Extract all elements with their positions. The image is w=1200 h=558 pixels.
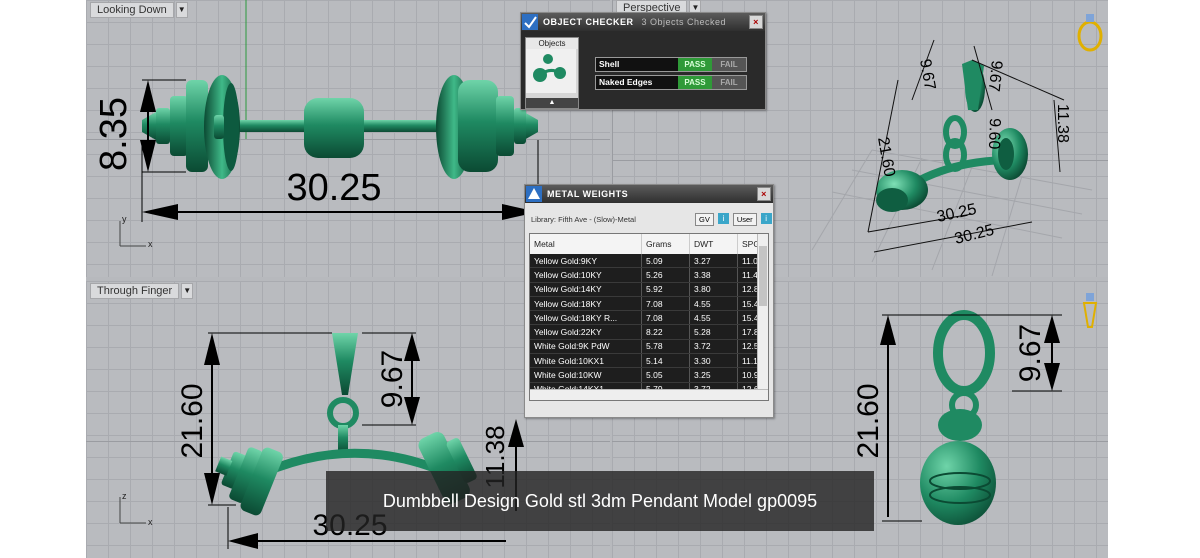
caption-text: Dumbbell Design Gold stl 3dm Pendant Mod… (382, 490, 818, 511)
table-cell: White Gold:10KX1 (530, 353, 642, 369)
check-name: Shell (596, 58, 678, 71)
metal-weights-title: METAL WEIGHTS (547, 189, 629, 199)
pendant-icon[interactable] (1082, 293, 1098, 328)
table-row[interactable]: Yellow Gold:9KY 5.09 3.27 11.08 (530, 254, 768, 269)
axis-z-label: z (122, 491, 127, 501)
object-checker-titlebar[interactable]: OBJECT CHECKER 3 Objects Checked × (521, 13, 765, 31)
metal-weights-panel[interactable]: METAL WEIGHTS × Library: Fifth Ave - (Sl… (524, 184, 774, 418)
scale-icon (525, 185, 543, 203)
metal-weights-rows: Yellow Gold:9KY 5.09 3.27 11.08 Yellow Gold:… (530, 254, 768, 400)
fail-badge: FAIL (712, 76, 746, 89)
table-row[interactable]: Yellow Gold:10KY 5.26 3.38 11.45 (530, 267, 768, 283)
ring-icon[interactable] (1077, 14, 1103, 52)
table-cell: 3.27 (689, 254, 738, 269)
metal-weights-table[interactable]: Metal Grams DWT SPG Yellow Gold:9KY 5.09 3… (529, 233, 769, 401)
object-checker-panel[interactable]: OBJECT CHECKER 3 Objects Checked × Objec… (520, 12, 766, 110)
caption-banner: Dumbbell Design Gold stl 3dm Pendant Mod… (326, 471, 874, 531)
table-cell: 3.80 (689, 282, 738, 297)
table-cell: White Gold:9K PdW (530, 339, 642, 355)
table-cell: 5.78 (641, 339, 690, 355)
close-icon[interactable]: × (749, 15, 763, 29)
dim-tr-c: 11.38 (1054, 104, 1071, 143)
table-cell: Yellow Gold:9KY (530, 254, 642, 269)
table-cell: 3.25 (689, 367, 738, 383)
dim-tr-f: 30.25 (953, 222, 996, 248)
table-cell: 3.72 (689, 339, 738, 355)
table-cell: 7.08 (641, 310, 690, 326)
table-row[interactable]: Yellow Gold:22KY 8.22 5.28 17.89 (530, 324, 768, 340)
table-row[interactable]: White Gold:10KW 5.05 3.25 10.99 (530, 367, 768, 383)
table-header-row: Metal Grams DWT SPG (530, 234, 768, 254)
axis-x-label: x (148, 239, 153, 249)
table-cell: 8.22 (641, 324, 690, 340)
dim-tr-g: 9.60 (985, 118, 1003, 150)
table-cell: Yellow Gold:14KY (530, 282, 642, 297)
dim-br-height: 21.60 (852, 383, 885, 458)
vertical-scrollbar[interactable] (757, 234, 768, 400)
table-cell: 3.30 (689, 353, 738, 369)
objects-tab-panel[interactable]: Objects ▲ (525, 37, 579, 109)
horizontal-scrollbar[interactable] (530, 389, 768, 400)
view-toggles: GV i User i (695, 213, 772, 226)
col-dwt[interactable]: DWT (689, 234, 738, 254)
checker-results: Shell PASS FAIL Naked Edges PASS FAIL (595, 57, 747, 90)
check-row-shell: Shell PASS FAIL (595, 57, 747, 72)
info-icon[interactable]: i (760, 213, 772, 224)
checker-icon (521, 13, 539, 31)
axis-x-label: x (148, 517, 153, 527)
table-cell: 4.55 (689, 296, 738, 312)
table-cell: Yellow Gold:22KY (530, 324, 642, 340)
dim-tr-d: 21.60 (874, 136, 898, 178)
dim-br-bail: 9.67 (1014, 324, 1047, 382)
fail-badge: FAIL (712, 58, 746, 71)
table-cell: 3.38 (689, 267, 738, 283)
gv-toggle[interactable]: GV (695, 213, 714, 226)
col-grams[interactable]: Grams (641, 234, 690, 254)
dim-tr-a: 9.67 (916, 58, 938, 92)
check-name: Naked Edges (596, 76, 678, 89)
pass-badge: PASS (678, 58, 712, 71)
dim-width: 30.25 (286, 167, 381, 209)
table-row[interactable]: Yellow Gold:14KY 5.92 3.80 12.88 (530, 282, 768, 297)
pass-badge: PASS (678, 76, 712, 89)
metal-weights-titlebar[interactable]: METAL WEIGHTS × (525, 185, 773, 203)
table-cell: Yellow Gold:18KY (530, 296, 642, 312)
check-row-naked-edges: Naked Edges PASS FAIL (595, 75, 747, 90)
table-row[interactable]: White Gold:10KX1 5.14 3.30 11.18 (530, 353, 768, 369)
table-cell: 5.05 (641, 367, 690, 383)
table-row[interactable]: White Gold:9K PdW 5.78 3.72 12.59 (530, 339, 768, 355)
dim-tr-e: 30.25 (935, 201, 978, 226)
dim-height: 8.35 (93, 97, 135, 171)
table-row[interactable]: Yellow Gold:18KY R... 7.08 4.55 15.41 (530, 310, 768, 326)
table-cell: 5.09 (641, 254, 690, 269)
table-cell: White Gold:10KW (530, 367, 642, 383)
dim-bl-height: 21.60 (176, 383, 209, 458)
table-cell: 5.26 (641, 267, 690, 283)
table-cell: 5.92 (641, 282, 690, 297)
dim-bl-bail: 9.67 (376, 350, 409, 408)
info-icon[interactable]: i (717, 213, 729, 224)
library-label: Library: Fifth Ave - (Slow)-Metal (531, 215, 636, 224)
table-cell: 4.55 (689, 310, 738, 326)
table-cell: 5.28 (689, 324, 738, 340)
col-metal[interactable]: Metal (530, 234, 642, 254)
scroll-up-icon[interactable]: ▲ (526, 98, 578, 108)
user-toggle[interactable]: User (732, 213, 757, 226)
objects-tab-label[interactable]: Objects (526, 38, 578, 49)
rhino-workspace: Looking Down ▼ 30.25 8.35 y x Perspectiv… (86, 0, 1108, 558)
axis-y-label: y (122, 214, 127, 224)
table-cell: 7.08 (641, 296, 690, 312)
close-icon[interactable]: × (757, 187, 771, 201)
table-cell: 5.14 (641, 353, 690, 369)
object-checker-status: 3 Objects Checked (641, 17, 727, 27)
table-cell: Yellow Gold:18KY R... (530, 310, 642, 326)
object-thumbnail (526, 49, 576, 93)
table-cell: Yellow Gold:10KY (530, 267, 642, 283)
table-row[interactable]: Yellow Gold:18KY 7.08 4.55 15.41 (530, 296, 768, 312)
object-checker-title: OBJECT CHECKER (543, 17, 634, 27)
dim-tr-b: 9.67 (985, 60, 1005, 93)
